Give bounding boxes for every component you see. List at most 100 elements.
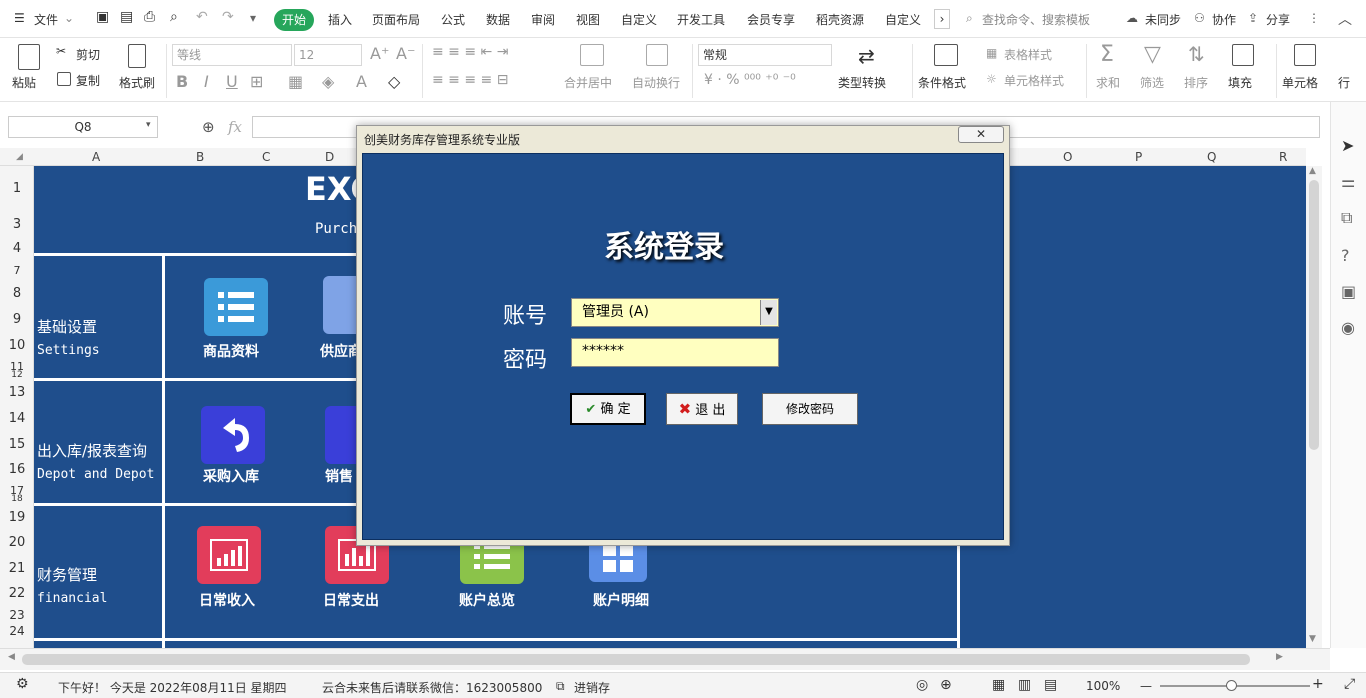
row-header[interactable]: 8 xyxy=(0,286,34,301)
account-overview-icon[interactable] xyxy=(460,540,524,584)
row-header[interactable]: 14 xyxy=(0,411,34,426)
sort-button[interactable]: 排序 xyxy=(1184,74,1208,91)
undo-icon[interactable]: ↶ xyxy=(196,9,208,25)
zoom-out-icon[interactable]: — xyxy=(1140,679,1152,693)
conditional-format-button[interactable]: 条件格式 xyxy=(918,74,966,91)
clear-format-icon[interactable]: ◇ xyxy=(388,72,400,91)
export-pdf-icon[interactable]: ▤ xyxy=(120,9,133,25)
cell-button[interactable]: 单元格 xyxy=(1282,74,1318,91)
chevron-down-icon[interactable]: ⌄ xyxy=(64,11,74,25)
page-layout-view-icon[interactable]: ▥ xyxy=(1018,677,1031,693)
tabs-scroll-right-icon[interactable]: › xyxy=(934,9,950,29)
file-menu[interactable]: 文件 xyxy=(34,11,58,28)
italic-icon[interactable]: I xyxy=(204,72,209,91)
purchase-in-button[interactable]: 采购入库 xyxy=(203,466,259,486)
tab-docer[interactable]: 稻壳资源 xyxy=(816,11,864,28)
border-icon[interactable]: ⊞ xyxy=(250,72,263,91)
tab-formulas[interactable]: 公式 xyxy=(441,11,465,28)
daily-expense-button[interactable]: 日常支出 xyxy=(323,590,379,610)
tab-insert[interactable]: 插入 xyxy=(328,11,352,28)
save-icon[interactable]: ▣ xyxy=(96,9,109,25)
merge-center-button[interactable]: 合并居中 xyxy=(564,74,612,91)
tab-home[interactable]: 开始 xyxy=(274,9,314,31)
macro-icon[interactable]: ⚙ xyxy=(16,676,29,692)
page-break-view-icon[interactable]: ▤ xyxy=(1044,677,1057,693)
column-header[interactable]: B xyxy=(196,150,204,164)
column-header[interactable]: P xyxy=(1135,150,1142,164)
table-style-button[interactable]: 表格样式 xyxy=(1004,46,1052,63)
zoom-in-icon[interactable]: + xyxy=(1312,676,1324,692)
filter-button[interactable]: 筛选 xyxy=(1140,74,1164,91)
account-detail-grid-icon[interactable] xyxy=(589,540,647,582)
tab-page-layout[interactable]: 页面布局 xyxy=(372,11,420,28)
horizontal-scrollbar[interactable]: ◀ ▶ xyxy=(0,648,1330,670)
goods-button[interactable]: 商品资料 xyxy=(203,341,259,361)
chevron-down-icon[interactable]: ▾ xyxy=(146,120,151,130)
row-header[interactable]: 13 xyxy=(0,385,34,400)
fill-color-icon[interactable]: ◈ xyxy=(322,72,334,91)
number-format-select[interactable]: 常规 xyxy=(698,44,832,66)
feature-icon[interactable]: ◉ xyxy=(1341,318,1355,337)
row-column-button[interactable]: 行 xyxy=(1338,74,1350,91)
row-header[interactable]: 7 xyxy=(0,264,34,277)
row-header[interactable]: 23 xyxy=(0,608,34,622)
column-header[interactable]: C xyxy=(262,150,270,164)
fill-button[interactable]: 填充 xyxy=(1228,74,1252,91)
image-tool-icon[interactable]: ▣ xyxy=(1341,282,1356,301)
fullscreen-icon[interactable]: ⤢ xyxy=(1344,676,1355,692)
password-field[interactable]: ****** xyxy=(571,338,779,367)
zoom-formula-icon[interactable]: ⊕ xyxy=(202,118,215,136)
cut-button[interactable]: 剪切 xyxy=(76,46,100,63)
format-painter-button[interactable]: 格式刷 xyxy=(119,74,155,91)
scroll-right-icon[interactable]: ▶ xyxy=(1276,652,1283,662)
normal-view-icon[interactable]: ▦ xyxy=(992,677,1005,693)
help-icon[interactable]: ? xyxy=(1341,246,1350,265)
paste-icon[interactable] xyxy=(18,44,40,70)
function-icon[interactable]: fx xyxy=(228,118,242,136)
ok-button[interactable]: ✔ 确 定 xyxy=(570,393,646,425)
undo-arrow-icon[interactable] xyxy=(201,406,265,464)
collab-button[interactable]: 协作 xyxy=(1212,11,1236,28)
goods-list-icon[interactable] xyxy=(204,278,268,336)
underline-icon[interactable]: U xyxy=(226,72,238,91)
income-chart-icon[interactable] xyxy=(197,526,261,584)
sheet-tab[interactable]: 进销存 xyxy=(574,679,610,696)
redo-icon[interactable]: ↷ xyxy=(222,9,234,25)
exit-button[interactable]: ✖ 退 出 xyxy=(666,393,738,425)
vertical-scrollbar[interactable]: ▲ ▼ xyxy=(1306,166,1322,648)
type-convert-button[interactable]: 类型转换 xyxy=(838,74,886,91)
scroll-up-icon[interactable]: ▲ xyxy=(1309,166,1316,176)
settings-sliders-icon[interactable]: ⚌ xyxy=(1341,172,1355,191)
tab-member[interactable]: 会员专享 xyxy=(747,11,795,28)
scroll-thumb[interactable] xyxy=(22,654,1250,665)
chevron-down-icon[interactable]: ▼ xyxy=(760,300,777,325)
tab-review[interactable]: 审阅 xyxy=(531,11,555,28)
column-header[interactable]: Q xyxy=(1207,150,1216,164)
paste-button[interactable]: 粘贴 xyxy=(12,74,36,91)
row-header[interactable]: 22 xyxy=(0,586,34,601)
row-header[interactable]: 4 xyxy=(0,241,34,256)
font-size-select[interactable]: 12 xyxy=(294,44,362,66)
decrease-font-icon[interactable]: A⁻ xyxy=(396,44,415,63)
row-header[interactable]: 15 xyxy=(0,437,34,452)
scroll-down-icon[interactable]: ▼ xyxy=(1309,634,1316,644)
sales-button[interactable]: 销售 xyxy=(325,466,353,486)
scroll-thumb[interactable] xyxy=(1309,180,1319,450)
row-header[interactable]: 9 xyxy=(0,312,34,327)
command-search-input[interactable]: 查找命令、搜索模板 xyxy=(982,11,1090,28)
column-header[interactable]: D xyxy=(325,150,334,164)
change-password-button[interactable]: 修改密码 xyxy=(762,393,858,425)
wrap-text-button[interactable]: 自动换行 xyxy=(632,74,680,91)
account-overview-button[interactable]: 账户总览 xyxy=(459,590,515,610)
share-button[interactable]: 分享 xyxy=(1266,11,1290,28)
zoom-slider-handle[interactable] xyxy=(1226,680,1237,691)
row-header[interactable]: 21 xyxy=(0,561,34,576)
sync-status[interactable]: 未同步 xyxy=(1145,11,1181,28)
align-top-icon[interactable]: ≡ ≡ ≡ ⇤ ⇥ xyxy=(432,44,508,60)
row-header[interactable]: 18 xyxy=(0,494,34,504)
bold-icon[interactable]: B xyxy=(176,72,188,91)
row-header[interactable]: 1 xyxy=(0,181,34,196)
tab-custom-2[interactable]: 自定义 xyxy=(885,11,921,28)
cell-style-button[interactable]: 单元格样式 xyxy=(1004,72,1064,89)
currency-icon[interactable]: ¥ · % ⁰⁰⁰ ⁺⁰ ⁻⁰ xyxy=(704,72,796,88)
